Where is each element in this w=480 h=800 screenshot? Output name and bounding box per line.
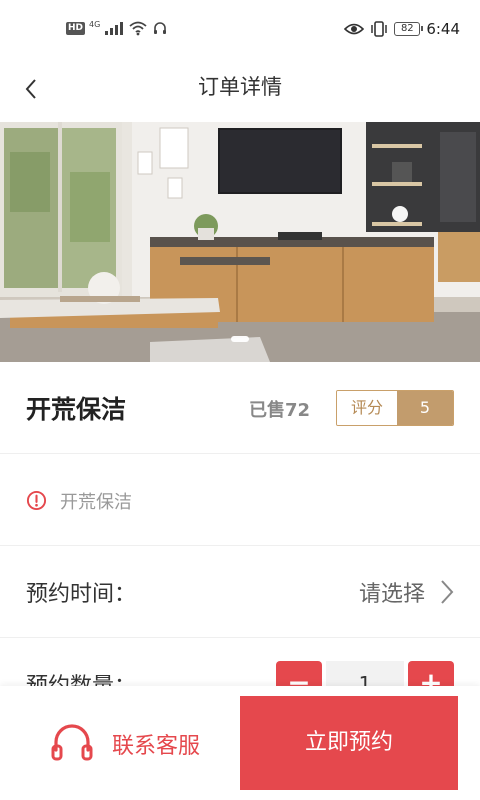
booking-time-value[interactable]: 请选择 bbox=[359, 576, 425, 608]
living-room-photo bbox=[0, 122, 480, 362]
booking-time-label: 预约时间： bbox=[26, 582, 137, 607]
bottom-action-bar: 联系客服 立即预约 bbox=[0, 686, 480, 800]
status-left: HD 4G bbox=[66, 20, 168, 36]
carousel-dot bbox=[231, 336, 249, 342]
rating-badge: 评分 5 bbox=[336, 390, 454, 426]
status-right: 82 6:44 bbox=[344, 20, 460, 38]
status-bar: HD 4G 82 6:44 bbox=[0, 0, 480, 60]
alert-circle-icon bbox=[26, 490, 47, 511]
notice-row: 开荒保洁 bbox=[0, 454, 480, 546]
contact-service-button[interactable]: 联系客服 bbox=[0, 686, 240, 800]
product-info: 开荒保洁 已售72 评分 5 bbox=[0, 362, 480, 454]
headset-status-icon bbox=[154, 22, 167, 34]
booking-time-row[interactable]: 预约时间： 请选择 bbox=[0, 546, 480, 638]
carousel-indicator bbox=[0, 336, 480, 342]
page-header: 订单详情 bbox=[0, 60, 480, 122]
vibrate-icon bbox=[371, 21, 388, 37]
notice-text: 开荒保洁 bbox=[60, 492, 132, 513]
eye-icon bbox=[344, 23, 365, 35]
hero-image[interactable] bbox=[0, 122, 480, 362]
network-label: 4G bbox=[89, 19, 101, 29]
chevron-right-icon bbox=[441, 580, 454, 604]
rating-value: 5 bbox=[397, 391, 453, 425]
page-title: 订单详情 bbox=[198, 75, 282, 99]
wifi-icon bbox=[129, 21, 147, 36]
signal-icon bbox=[105, 22, 124, 35]
battery-icon: 82 bbox=[394, 22, 424, 36]
hd-badge: HD bbox=[66, 21, 86, 35]
book-now-button[interactable]: 立即预约 bbox=[240, 696, 458, 790]
headset-icon bbox=[51, 724, 93, 761]
sold-count: 已售72 bbox=[249, 400, 311, 421]
contact-service-label: 联系客服 bbox=[112, 734, 201, 759]
status-time: 6:44 bbox=[426, 20, 460, 38]
rating-label: 评分 bbox=[337, 391, 397, 425]
product-name: 开荒保洁 bbox=[26, 395, 127, 424]
